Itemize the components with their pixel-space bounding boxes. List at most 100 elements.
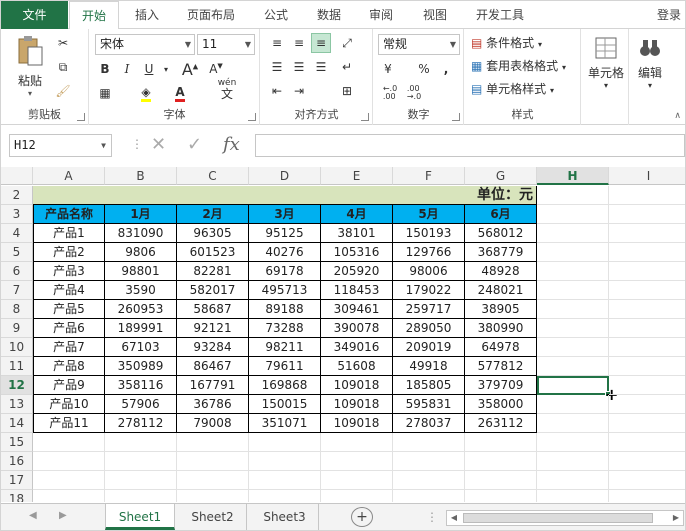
font-size-combo[interactable]: 11 ▼ bbox=[197, 34, 255, 55]
tab-home[interactable]: 开始 bbox=[69, 1, 119, 30]
cell[interactable] bbox=[609, 300, 685, 319]
cell[interactable] bbox=[609, 281, 685, 300]
align-bottom-button[interactable]: ≡ bbox=[311, 33, 331, 53]
table-cell[interactable]: 209019 bbox=[393, 338, 465, 357]
cell[interactable] bbox=[609, 205, 685, 224]
cell[interactable] bbox=[609, 376, 685, 395]
table-cell[interactable]: 40276 bbox=[249, 243, 321, 262]
borders-button[interactable]: ▦ bbox=[95, 83, 115, 103]
table-cell[interactable]: 129766 bbox=[393, 243, 465, 262]
add-sheet-button[interactable]: + bbox=[351, 507, 373, 527]
horizontal-scrollbar[interactable]: ◀ ▶ bbox=[446, 510, 684, 526]
table-cell[interactable]: 263112 bbox=[465, 414, 537, 433]
row-header[interactable]: 16 bbox=[1, 452, 33, 471]
table-cell[interactable]: 169868 bbox=[249, 376, 321, 395]
conditional-format-button[interactable]: ▤ 条件格式 ▾ bbox=[471, 33, 542, 53]
increase-indent-button[interactable]: ⇥ bbox=[289, 81, 309, 101]
row-header[interactable]: 10 bbox=[1, 338, 33, 357]
clipboard-launcher-icon[interactable] bbox=[77, 113, 85, 121]
table-cell[interactable]: 595831 bbox=[393, 395, 465, 414]
scroll-right-arrow-icon[interactable]: ▶ bbox=[669, 511, 683, 525]
decrease-decimal-button[interactable]: .00 →.0 bbox=[404, 83, 424, 103]
table-cell[interactable]: 67103 bbox=[105, 338, 177, 357]
table-cell[interactable]: 产品6 bbox=[33, 319, 105, 338]
cell[interactable] bbox=[609, 357, 685, 376]
formula-input[interactable] bbox=[255, 134, 685, 157]
cell[interactable] bbox=[609, 186, 685, 205]
align-left-button[interactable]: ☰ bbox=[267, 57, 287, 77]
table-cell[interactable]: 产品8 bbox=[33, 357, 105, 376]
cell[interactable] bbox=[537, 414, 609, 433]
increase-decimal-button[interactable]: ←.0 .00 bbox=[380, 83, 400, 103]
table-cell[interactable]: 248021 bbox=[465, 281, 537, 300]
tab-file[interactable]: 文件 bbox=[1, 1, 68, 29]
table-cell[interactable]: 86467 bbox=[177, 357, 249, 376]
table-cell[interactable]: 601523 bbox=[177, 243, 249, 262]
table-cell[interactable]: 380990 bbox=[465, 319, 537, 338]
tab-page-layout[interactable]: 页面布局 bbox=[181, 1, 241, 29]
row-header[interactable]: 7 bbox=[1, 281, 33, 300]
tab-formulas[interactable]: 公式 bbox=[256, 1, 296, 29]
table-header-cell[interactable]: 5月 bbox=[393, 205, 465, 224]
row-header[interactable]: 14 bbox=[1, 414, 33, 433]
cell[interactable] bbox=[537, 357, 609, 376]
table-cell[interactable]: 69178 bbox=[249, 262, 321, 281]
table-cell[interactable]: 185805 bbox=[393, 376, 465, 395]
cell[interactable] bbox=[321, 490, 393, 502]
font-name-combo[interactable]: 宋体 ▼ bbox=[95, 34, 195, 55]
table-cell[interactable]: 831090 bbox=[105, 224, 177, 243]
table-cell[interactable]: 产品3 bbox=[33, 262, 105, 281]
cell[interactable] bbox=[249, 433, 321, 452]
column-header[interactable]: B bbox=[105, 167, 177, 185]
table-cell[interactable]: 150193 bbox=[393, 224, 465, 243]
cell[interactable] bbox=[537, 243, 609, 262]
tab-data[interactable]: 数据 bbox=[309, 1, 349, 29]
table-cell[interactable]: 358116 bbox=[105, 376, 177, 395]
cell[interactable] bbox=[609, 395, 685, 414]
merge-center-button[interactable]: ⊞ bbox=[337, 81, 357, 101]
number-launcher-icon[interactable] bbox=[452, 113, 460, 121]
sheet-tab-sheet3[interactable]: Sheet3 bbox=[251, 504, 319, 530]
wrap-text-button[interactable]: ↵ bbox=[337, 57, 357, 77]
scroll-left-arrow-icon[interactable]: ◀ bbox=[447, 511, 461, 525]
bold-button[interactable]: B bbox=[95, 59, 115, 79]
table-header-cell[interactable]: 3月 bbox=[249, 205, 321, 224]
column-header[interactable]: E bbox=[321, 167, 393, 185]
table-cell[interactable]: 98006 bbox=[393, 262, 465, 281]
collapse-ribbon-icon[interactable]: ∧ bbox=[674, 111, 681, 121]
cell[interactable] bbox=[105, 452, 177, 471]
italic-button[interactable]: I bbox=[117, 59, 137, 79]
row-header[interactable]: 4 bbox=[1, 224, 33, 243]
cell[interactable] bbox=[537, 205, 609, 224]
table-cell[interactable]: 产品2 bbox=[33, 243, 105, 262]
row-header[interactable]: 2 bbox=[1, 186, 33, 205]
cell[interactable] bbox=[609, 243, 685, 262]
table-cell[interactable]: 278037 bbox=[393, 414, 465, 433]
table-cell[interactable]: 109018 bbox=[321, 376, 393, 395]
cell[interactable] bbox=[609, 319, 685, 338]
table-cell[interactable]: 产品11 bbox=[33, 414, 105, 433]
tab-insert[interactable]: 插入 bbox=[127, 1, 167, 29]
row-header[interactable]: 11 bbox=[1, 357, 33, 376]
cells-button[interactable]: 单元格 ▾ bbox=[584, 35, 628, 90]
font-launcher-icon[interactable] bbox=[248, 113, 256, 121]
table-cell[interactable]: 289050 bbox=[393, 319, 465, 338]
row-header[interactable]: 8 bbox=[1, 300, 33, 319]
table-cell[interactable]: 95125 bbox=[249, 224, 321, 243]
table-cell[interactable]: 93284 bbox=[177, 338, 249, 357]
cell[interactable] bbox=[393, 452, 465, 471]
table-cell[interactable]: 260953 bbox=[105, 300, 177, 319]
cell[interactable] bbox=[537, 338, 609, 357]
table-cell[interactable]: 568012 bbox=[465, 224, 537, 243]
table-cell[interactable]: 495713 bbox=[249, 281, 321, 300]
cell[interactable] bbox=[465, 452, 537, 471]
column-header[interactable]: F bbox=[393, 167, 465, 185]
row-header[interactable]: 18 bbox=[1, 490, 33, 502]
orientation-button[interactable]: ⤢ bbox=[337, 33, 357, 53]
table-header-cell[interactable]: 产品名称 bbox=[33, 205, 105, 224]
cell[interactable] bbox=[321, 433, 393, 452]
table-cell[interactable]: 379709 bbox=[465, 376, 537, 395]
cell[interactable] bbox=[177, 471, 249, 490]
scrollbar-thumb[interactable] bbox=[463, 513, 653, 523]
cell[interactable] bbox=[609, 490, 685, 502]
